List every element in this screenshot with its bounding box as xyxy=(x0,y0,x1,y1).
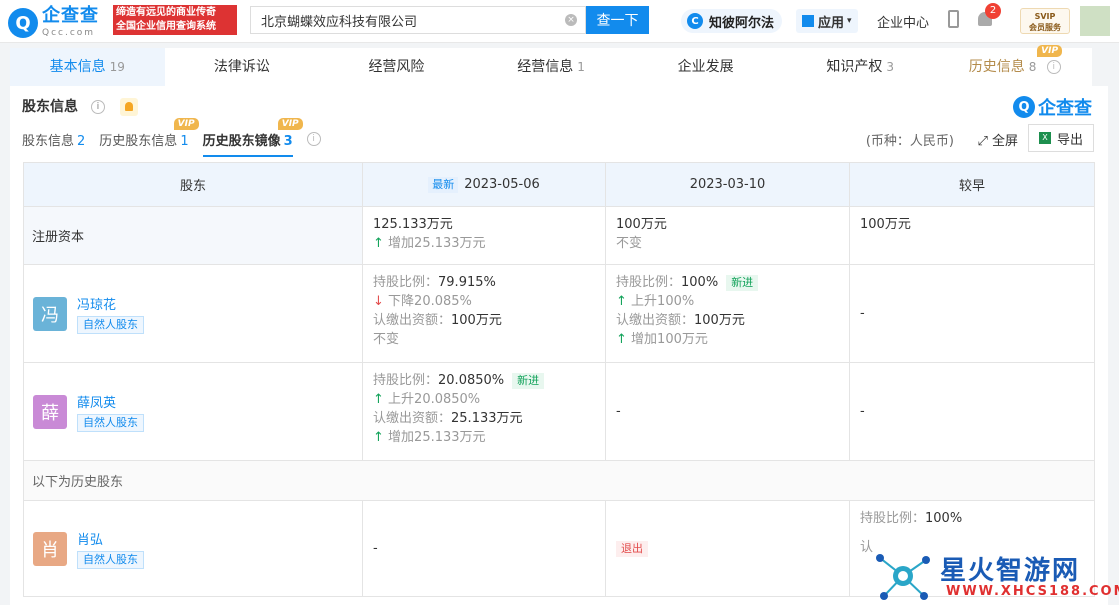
shareholder-cell: 肖 肖弘自然人股东 xyxy=(23,500,363,597)
shareholder-type-tag: 自然人股东 xyxy=(77,315,144,334)
svip-label: SVIP xyxy=(1034,12,1056,21)
expand-icon: ⤢ xyxy=(977,134,992,149)
site-watermark: 星火智游网 WWW.XHCS188.COM xyxy=(870,546,1119,604)
alpha-logo-icon: C xyxy=(687,13,703,29)
holding-cell: 持股比例：20.0850% 新进 ↑ 上升20.0850% 认缴出资额：25.13… xyxy=(362,362,606,461)
col-date-2: 2023-03-10 xyxy=(605,162,850,207)
shareholder-panel: 股东信息 i Q 企查查 股东信息 2 历史股东信息 1 VIP 历史股东镜像 3 VIP… xyxy=(10,86,1108,605)
avatar: 肖 xyxy=(33,531,67,566)
capital-label: 注册资本 xyxy=(23,206,363,265)
holding-cell: 退出 xyxy=(605,500,850,597)
table-row: 薛 薛凤英自然人股东 持股比例：20.0850% 新进 ↑ 上升20.0850% … xyxy=(23,362,1095,461)
shareholder-name-link[interactable]: 冯琼花 xyxy=(77,294,144,313)
slogan-line-2: 全国企业信用查询系统 xyxy=(116,21,216,32)
currency-note: (币种：人民币) xyxy=(865,134,954,149)
shareholder-mirror-table: 股东 最新 2023-05-06 2023-03-10 较早 注册资本 125.1… xyxy=(23,162,1095,597)
slogan-banner: 缔造有远见的商业传奇 全国企业信用查询系统 xyxy=(113,5,237,35)
subtab-history-shareholders[interactable]: 历史股东信息 1 VIP xyxy=(99,118,199,157)
capital-cell: 100万元 不变 xyxy=(605,206,850,265)
qcc-logo[interactable]: Q 企查查 Qcc.com xyxy=(8,6,99,40)
notification-badge: 2 xyxy=(985,3,1001,19)
qcc-brand-logo: Q 企查查 xyxy=(1013,94,1092,120)
vip-badge: VIP xyxy=(277,118,303,130)
col-shareholder: 股东 xyxy=(23,162,363,207)
enterprise-center-link[interactable]: 企业中心 xyxy=(877,12,929,31)
apps-label: 应用 xyxy=(818,15,845,31)
holding-cell: - xyxy=(849,362,1095,461)
tab-basic-info[interactable]: 基本信息 19 xyxy=(10,48,165,86)
holding-cell: 持股比例：79.915% ↓ 下降20.085% 认缴出资额：100万元 不变 xyxy=(362,264,606,363)
subscribe-bell-icon[interactable] xyxy=(119,98,138,116)
chevron-down-icon: ▾ xyxy=(847,16,852,26)
tab-risk[interactable]: 经营风险 xyxy=(319,48,474,86)
table-row: 冯 冯琼花自然人股东 持股比例：79.915% ↓ 下降20.085% 认缴出资… xyxy=(23,264,1095,363)
search-input[interactable] xyxy=(259,12,563,29)
holding-cell: - xyxy=(605,362,850,461)
vip-badge: VIP xyxy=(173,118,199,130)
holding-cell: - xyxy=(362,500,606,597)
fullscreen-button[interactable]: ⤢ 全屏 xyxy=(977,130,1018,149)
tab-operation[interactable]: 经营信息 1 xyxy=(474,48,629,86)
zhibo-label: 知彼阿尔法 xyxy=(709,15,775,31)
tab-legal[interactable]: 法律诉讼 xyxy=(165,48,320,86)
qcc-logo-icon: Q xyxy=(8,8,38,38)
slogan-line-1: 缔造有远见的商业传奇 xyxy=(116,7,216,18)
info-icon[interactable]: i xyxy=(90,100,105,114)
subtab-history-mirror[interactable]: 历史股东镜像 3 VIP xyxy=(202,118,303,157)
table-header-row: 股东 最新 2023-05-06 2023-03-10 较早 xyxy=(23,162,1095,207)
section-title: 股东信息 i xyxy=(22,96,138,116)
holding-cell: 持股比例：100% 新进 ↑ 上升100% 认缴出资额：100万元 ↑ 增加100… xyxy=(605,264,850,363)
subtab-shareholders[interactable]: 股东信息 2 xyxy=(22,130,85,157)
qcc-logo-icon: Q xyxy=(1013,96,1035,118)
tab-history[interactable]: VIP 历史信息 8 i xyxy=(937,45,1092,86)
svip-sublabel: 会员服务 xyxy=(1029,23,1061,32)
export-button[interactable]: X 导出 xyxy=(1028,124,1094,152)
main-tabs: 基本信息 19 法律诉讼 经营风险 经营信息 1 企业发展 知识产权 3 VIP 历史… xyxy=(10,45,1092,87)
info-icon[interactable]: i xyxy=(306,132,321,146)
excel-icon: X xyxy=(1038,132,1051,144)
watermark-title: 星火智游网 xyxy=(940,556,1081,586)
logo-domain: Qcc.com xyxy=(42,28,96,38)
table-row: 注册资本 125.133万元 ↑ 增加25.133万元 100万元 不变 100万元 xyxy=(23,206,1095,265)
svip-button[interactable]: SVIP 会员服务 xyxy=(1020,8,1070,34)
history-label: 以下为历史股东 xyxy=(23,460,1095,501)
avatar: 冯 xyxy=(33,296,67,331)
apps-grid-icon xyxy=(802,15,814,27)
new-entry-tag: 新进 xyxy=(726,275,759,291)
tab-ip[interactable]: 知识产权 3 xyxy=(783,48,938,86)
newest-tag: 最新 xyxy=(428,176,459,193)
tab-development[interactable]: 企业发展 xyxy=(628,48,783,86)
shareholder-name-link[interactable]: 肖弘 xyxy=(77,529,144,548)
history-divider-row: 以下为历史股东 xyxy=(23,460,1095,501)
shareholder-cell: 薛 薛凤英自然人股东 xyxy=(23,362,363,461)
user-avatar[interactable] xyxy=(1080,6,1110,36)
shareholder-type-tag: 自然人股东 xyxy=(77,413,144,432)
search-button[interactable]: 查一下 xyxy=(586,6,649,34)
vip-badge: VIP xyxy=(1037,45,1063,57)
logo-name: 企查查 xyxy=(42,5,99,26)
col-date-1: 最新 2023-05-06 xyxy=(362,162,606,207)
brand-name: 企查查 xyxy=(1038,98,1092,119)
capital-cell: 100万元 xyxy=(849,206,1095,265)
sub-tabs: 股东信息 2 历史股东信息 1 VIP 历史股东镜像 3 VIP i xyxy=(22,118,321,157)
clear-icon[interactable]: × xyxy=(565,14,577,26)
zhibo-alpha-button[interactable]: C 知彼阿尔法 xyxy=(681,9,783,33)
shareholder-name-link[interactable]: 薛凤英 xyxy=(77,392,144,411)
phone-icon[interactable] xyxy=(948,10,959,28)
info-icon[interactable]: i xyxy=(1046,60,1061,74)
watermark-url: WWW.XHCS188.COM xyxy=(946,584,1119,599)
new-entry-tag: 新进 xyxy=(512,373,545,389)
holding-cell: - xyxy=(849,264,1095,363)
capital-cell: 125.133万元 ↑ 增加25.133万元 xyxy=(362,206,606,265)
avatar: 薛 xyxy=(33,394,67,429)
network-logo-icon xyxy=(876,554,930,600)
shareholder-type-tag: 自然人股东 xyxy=(77,550,144,569)
col-date-3: 较早 xyxy=(849,162,1095,207)
top-bar: Q 企查查 Qcc.com 缔造有远见的商业传奇 全国企业信用查询系统 × 查一… xyxy=(0,0,1119,43)
shareholder-cell: 冯 冯琼花自然人股东 xyxy=(23,264,363,363)
apps-menu[interactable]: 应用 ▾ xyxy=(796,9,858,33)
exit-tag: 退出 xyxy=(616,541,648,557)
search-box: × xyxy=(250,6,586,34)
